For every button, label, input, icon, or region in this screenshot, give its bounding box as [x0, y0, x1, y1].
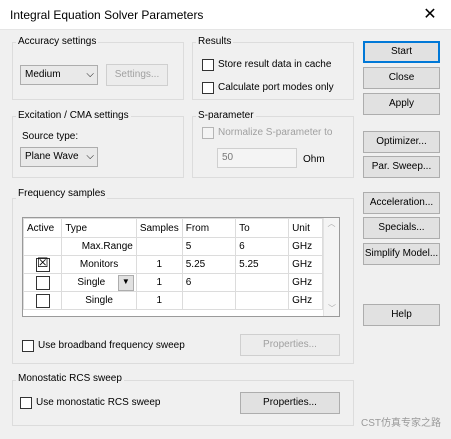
column-header: Samples	[135, 218, 183, 238]
type-cell[interactable]: Single ▼	[61, 273, 137, 292]
store-cache-label: Store result data in cache	[218, 59, 332, 70]
column-header: Active	[22, 218, 63, 238]
freq-properties-button[interactable]: Properties...	[240, 334, 340, 356]
rcs-group-label: Monostatic RCS sweep	[16, 373, 124, 384]
active-checkbox[interactable]	[35, 275, 50, 290]
type-value: Single	[77, 277, 106, 288]
unit-cell: GHz	[288, 291, 323, 310]
from-cell[interactable]: 5.25	[181, 255, 237, 274]
column-header: From	[181, 218, 237, 238]
type-cell: Max.Range	[61, 237, 137, 256]
store-cache-checkbox[interactable]	[202, 59, 214, 71]
normalize-checkbox[interactable]	[202, 127, 214, 139]
samples-cell: 1	[135, 273, 183, 292]
from-cell[interactable]	[181, 291, 237, 310]
source-type-value: Plane Wave	[25, 151, 79, 162]
active-cell	[22, 237, 63, 256]
accuracy-select-value: Medium	[25, 69, 61, 80]
active-cell[interactable]	[22, 291, 63, 310]
window-title: Integral Equation Solver Parameters	[10, 8, 204, 22]
column-header: Unit	[288, 218, 323, 238]
sparam-value-input[interactable]: 50	[217, 148, 297, 168]
help-button[interactable]: Help	[363, 304, 440, 326]
column-header: To	[235, 218, 290, 238]
par-sweep-button[interactable]: Par. Sweep...	[363, 156, 440, 178]
from-cell[interactable]: 6	[181, 273, 237, 292]
close-button[interactable]: Close	[363, 67, 440, 89]
broadband-checkbox[interactable]	[22, 340, 34, 352]
broadband-label: Use broadband frequency sweep	[38, 340, 185, 351]
table-row[interactable]: Single 1 GHz	[22, 291, 323, 310]
calc-port-label: Calculate port modes only	[218, 82, 334, 93]
to-cell[interactable]: 6	[235, 237, 290, 256]
calc-port-checkbox[interactable]	[202, 82, 214, 94]
optimizer-button[interactable]: Optimizer...	[363, 131, 440, 153]
active-cell[interactable]: ☒	[22, 254, 63, 274]
acceleration-button[interactable]: Acceleration...	[363, 192, 440, 214]
table-row[interactable]: Single ▼ 1 6 GHz	[22, 273, 323, 292]
scroll-down-icon[interactable]: ﹀	[324, 303, 340, 314]
rcs-label: Use monostatic RCS sweep	[36, 397, 161, 408]
unit-cell: GHz	[288, 273, 323, 292]
sparam-group	[192, 116, 354, 178]
chevron-down-icon: ⌵	[86, 69, 94, 80]
from-cell[interactable]: 5	[181, 237, 237, 256]
samples-cell: 1	[135, 255, 183, 274]
type-dropdown-icon[interactable]: ▼	[117, 275, 134, 291]
to-cell[interactable]	[235, 273, 290, 292]
apply-button[interactable]: Apply	[363, 93, 440, 115]
column-header: Type	[61, 218, 137, 238]
excitation-group-label: Excitation / CMA settings	[16, 110, 131, 121]
normalize-label: Normalize S-parameter to	[218, 127, 333, 138]
active-checkbox-checked[interactable]: ☒	[35, 254, 50, 272]
type-cell: Single	[61, 291, 137, 310]
specials-button[interactable]: Specials...	[363, 217, 440, 239]
to-cell[interactable]: 5.25	[235, 255, 290, 274]
watermark: CST仿真专家之路	[361, 418, 441, 429]
scroll-up-icon[interactable]: ︿	[324, 218, 339, 229]
accuracy-group-label: Accuracy settings	[16, 36, 99, 47]
source-type-select[interactable]: Plane Wave ⌵	[20, 147, 98, 167]
sparam-group-label: S-parameter	[196, 110, 256, 121]
unit-cell: GHz	[288, 255, 323, 274]
samples-cell: 1	[135, 291, 183, 310]
accuracy-select[interactable]: Medium ⌵	[20, 65, 98, 85]
accuracy-settings-button[interactable]: Settings...	[106, 64, 168, 86]
sparam-unit-label: Ohm	[303, 154, 325, 165]
active-cell[interactable]	[22, 273, 63, 292]
table-row[interactable]: ☒ Monitors 1 5.25 5.25 GHz	[22, 254, 323, 274]
table-scrollbar[interactable]: ︿ ﹀	[323, 218, 339, 316]
rcs-checkbox[interactable]	[20, 397, 32, 409]
chevron-down-icon: ⌵	[86, 151, 94, 162]
to-cell[interactable]	[235, 291, 290, 310]
rcs-properties-button[interactable]: Properties...	[240, 392, 340, 414]
active-checkbox[interactable]	[35, 293, 50, 308]
frequency-table: Active Type Samples From To Unit Max.Ran…	[22, 217, 340, 317]
simplify-model-button[interactable]: Simplify Model...	[363, 243, 440, 265]
check-x-icon: ☒	[36, 254, 49, 270]
results-group-label: Results	[196, 36, 234, 47]
start-button[interactable]: Start	[363, 41, 440, 63]
table-header-row: Active Type Samples From To Unit	[22, 218, 323, 238]
table-row[interactable]: Max.Range 5 6 GHz	[22, 237, 323, 256]
frequency-group-label: Frequency samples	[16, 188, 108, 199]
samples-cell	[135, 237, 183, 256]
source-type-label: Source type:	[22, 131, 79, 142]
unit-cell: GHz	[288, 237, 323, 256]
type-cell: Monitors	[61, 255, 137, 274]
close-icon[interactable]: ✕	[415, 4, 445, 26]
